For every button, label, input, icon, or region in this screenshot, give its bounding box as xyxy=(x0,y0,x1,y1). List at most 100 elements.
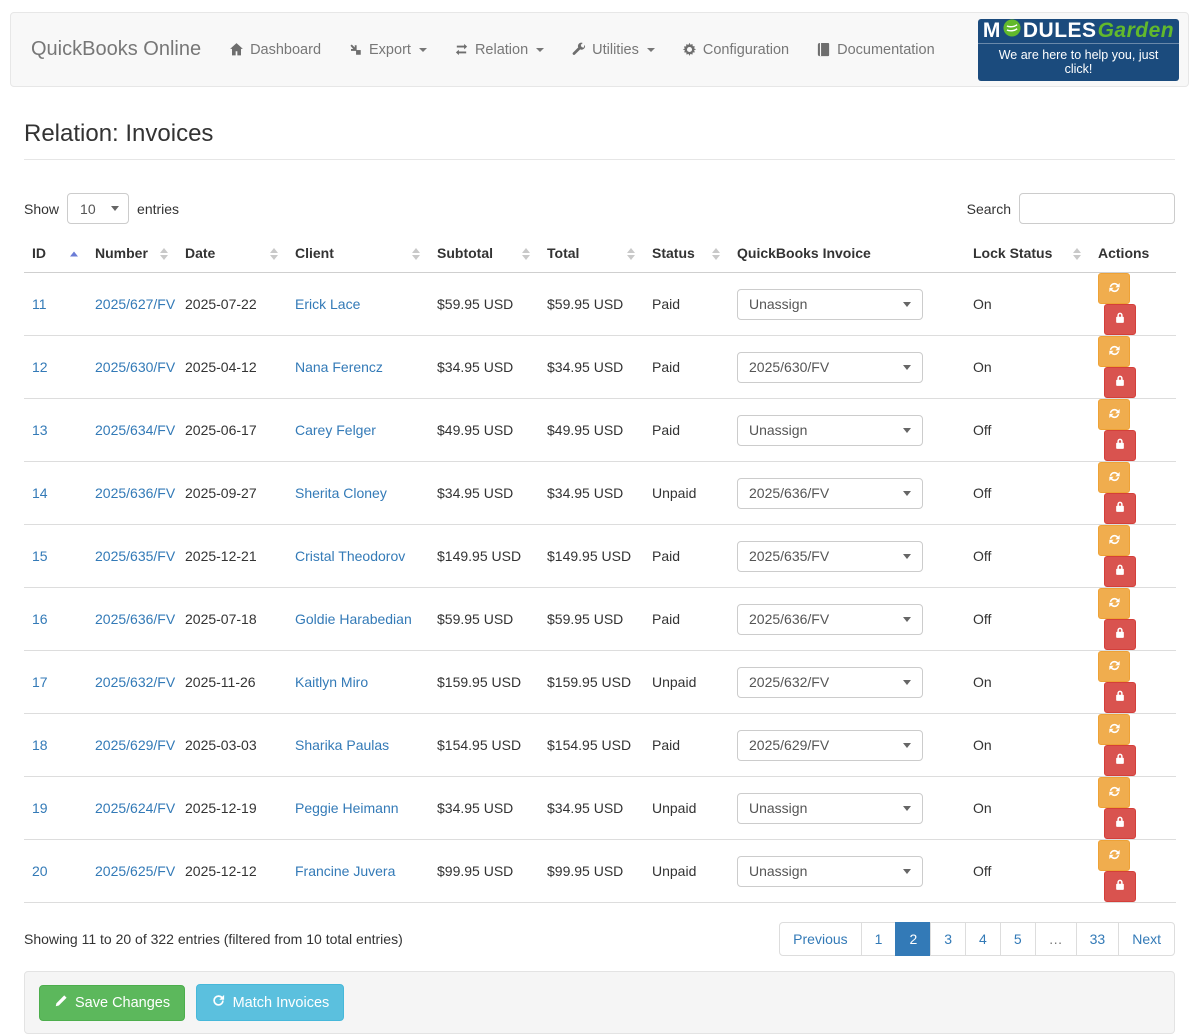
client-link[interactable]: Nana Ferencz xyxy=(295,359,383,375)
lock-invoice-button[interactable] xyxy=(1104,745,1136,776)
refresh-invoice-button[interactable] xyxy=(1098,840,1130,871)
refresh-invoice-button[interactable] xyxy=(1098,777,1130,808)
quickbooks-invoice-select[interactable]: 2025/636/FV xyxy=(737,604,923,635)
lock-invoice-button[interactable] xyxy=(1104,808,1136,839)
pagination-page-5[interactable]: 5 xyxy=(1000,922,1036,956)
invoice-id-link[interactable]: 15 xyxy=(32,548,48,564)
invoice-number-link[interactable]: 2025/635/FV xyxy=(95,548,175,564)
invoice-number-link[interactable]: 2025/624/FV xyxy=(95,800,175,816)
table-row: 12 2025/630/FV 2025-04-12 Nana Ferencz $… xyxy=(24,336,1176,399)
nav-item-dashboard[interactable]: Dashboard xyxy=(229,42,321,58)
lock-invoice-button[interactable] xyxy=(1104,367,1136,398)
quickbooks-invoice-select[interactable]: 2025/630/FV xyxy=(737,352,923,383)
refresh-invoice-button[interactable] xyxy=(1098,651,1130,682)
refresh-invoice-button[interactable] xyxy=(1098,273,1130,304)
match-invoices-button[interactable]: Match Invoices xyxy=(196,984,345,1021)
client-link[interactable]: Cristal Theodorov xyxy=(295,548,405,564)
client-link[interactable]: Peggie Heimann xyxy=(295,800,399,816)
quickbooks-invoice-select[interactable]: Unassign xyxy=(737,289,923,320)
pagination-page-2[interactable]: 2 xyxy=(895,922,931,956)
pagination-page-33[interactable]: 33 xyxy=(1076,922,1120,956)
invoice-number-link[interactable]: 2025/632/FV xyxy=(95,674,175,690)
invoice-id-link[interactable]: 20 xyxy=(32,863,48,879)
column-header-status[interactable]: Status xyxy=(644,236,729,273)
invoice-id-link[interactable]: 18 xyxy=(32,737,48,753)
invoice-id-link[interactable]: 13 xyxy=(32,422,48,438)
refresh-icon xyxy=(1107,847,1122,865)
pagination-page-1[interactable]: 1 xyxy=(861,922,897,956)
lock-icon xyxy=(1113,752,1127,769)
brand-title[interactable]: QuickBooks Online xyxy=(31,38,201,61)
invoice-id-link[interactable]: 14 xyxy=(32,485,48,501)
sort-asc-icon xyxy=(70,252,78,257)
invoice-number-link[interactable]: 2025/627/FV xyxy=(95,296,175,312)
client-link[interactable]: Sherita Cloney xyxy=(295,485,387,501)
client-link[interactable]: Kaitlyn Miro xyxy=(295,674,368,690)
column-header-id[interactable]: ID xyxy=(24,236,87,273)
column-header-client[interactable]: Client xyxy=(287,236,429,273)
nav-item-documentation[interactable]: Documentation xyxy=(816,42,935,58)
page-size-select[interactable]: 10 xyxy=(67,193,129,224)
quickbooks-invoice-select[interactable]: 2025/635/FV xyxy=(737,541,923,572)
column-header-total[interactable]: Total xyxy=(539,236,644,273)
invoice-number-link[interactable]: 2025/634/FV xyxy=(95,422,175,438)
refresh-invoice-button[interactable] xyxy=(1098,588,1130,619)
invoice-number-link[interactable]: 2025/636/FV xyxy=(95,485,175,501)
invoice-id-link[interactable]: 16 xyxy=(32,611,48,627)
column-header-date[interactable]: Date xyxy=(177,236,287,273)
pagination-previous[interactable]: Previous xyxy=(779,922,861,956)
refresh-invoice-button[interactable] xyxy=(1098,462,1130,493)
sort-both-icon xyxy=(270,248,278,260)
invoice-date: 2025-07-18 xyxy=(177,588,287,651)
client-link[interactable]: Goldie Harabedian xyxy=(295,611,412,627)
quickbooks-invoice-select[interactable]: 2025/629/FV xyxy=(737,730,923,761)
client-link[interactable]: Carey Felger xyxy=(295,422,376,438)
quickbooks-invoice-select[interactable]: Unassign xyxy=(737,793,923,824)
nav-item-configuration[interactable]: Configuration xyxy=(682,42,789,58)
table-row: 13 2025/634/FV 2025-06-17 Carey Felger $… xyxy=(24,399,1176,462)
invoice-number-link[interactable]: 2025/636/FV xyxy=(95,611,175,627)
invoice-number-link[interactable]: 2025/630/FV xyxy=(95,359,175,375)
column-header-actions: Actions xyxy=(1090,236,1176,273)
lock-invoice-button[interactable] xyxy=(1104,871,1136,902)
invoice-id-link[interactable]: 11 xyxy=(32,296,47,312)
quickbooks-invoice-select[interactable]: Unassign xyxy=(737,856,923,887)
lock-invoice-button[interactable] xyxy=(1104,682,1136,713)
refresh-invoice-button[interactable] xyxy=(1098,399,1130,430)
lock-icon xyxy=(1113,563,1127,580)
lock-invoice-button[interactable] xyxy=(1104,493,1136,524)
lock-invoice-button[interactable] xyxy=(1104,619,1136,650)
chevron-down-icon xyxy=(903,491,911,496)
modulesgarden-logo[interactable]: MDULESGarden We are here to help you, ju… xyxy=(978,19,1179,81)
nav-item-utilities[interactable]: Utilities xyxy=(571,42,655,58)
refresh-invoice-button[interactable] xyxy=(1098,714,1130,745)
invoice-id-link[interactable]: 12 xyxy=(32,359,48,375)
lock-invoice-button[interactable] xyxy=(1104,430,1136,461)
lock-invoice-button[interactable] xyxy=(1104,556,1136,587)
lock-invoice-button[interactable] xyxy=(1104,304,1136,335)
pagination-page-3[interactable]: 3 xyxy=(930,922,966,956)
gear-icon xyxy=(682,42,697,57)
pagination-next[interactable]: Next xyxy=(1118,922,1175,956)
column-header-number[interactable]: Number xyxy=(87,236,177,273)
client-link[interactable]: Francine Juvera xyxy=(295,863,395,879)
quickbooks-invoice-select[interactable]: 2025/636/FV xyxy=(737,478,923,509)
refresh-invoice-button[interactable] xyxy=(1098,525,1130,556)
invoice-subtotal: $59.95 USD xyxy=(429,588,539,651)
quickbooks-invoice-select[interactable]: Unassign xyxy=(737,415,923,446)
column-header-lock-status[interactable]: Lock Status xyxy=(965,236,1090,273)
invoice-number-link[interactable]: 2025/625/FV xyxy=(95,863,175,879)
invoice-id-link[interactable]: 17 xyxy=(32,674,48,690)
nav-item-export[interactable]: Export xyxy=(348,42,427,58)
client-link[interactable]: Sharika Paulas xyxy=(295,737,389,753)
pagination-page-4[interactable]: 4 xyxy=(965,922,1001,956)
save-changes-button[interactable]: Save Changes xyxy=(39,985,185,1021)
invoice-number-link[interactable]: 2025/629/FV xyxy=(95,737,175,753)
invoice-id-link[interactable]: 19 xyxy=(32,800,48,816)
quickbooks-invoice-select[interactable]: 2025/632/FV xyxy=(737,667,923,698)
nav-item-relation[interactable]: Relation xyxy=(454,42,544,58)
client-link[interactable]: Erick Lace xyxy=(295,296,360,312)
refresh-invoice-button[interactable] xyxy=(1098,336,1130,367)
search-input[interactable] xyxy=(1019,193,1175,224)
column-header-subtotal[interactable]: Subtotal xyxy=(429,236,539,273)
